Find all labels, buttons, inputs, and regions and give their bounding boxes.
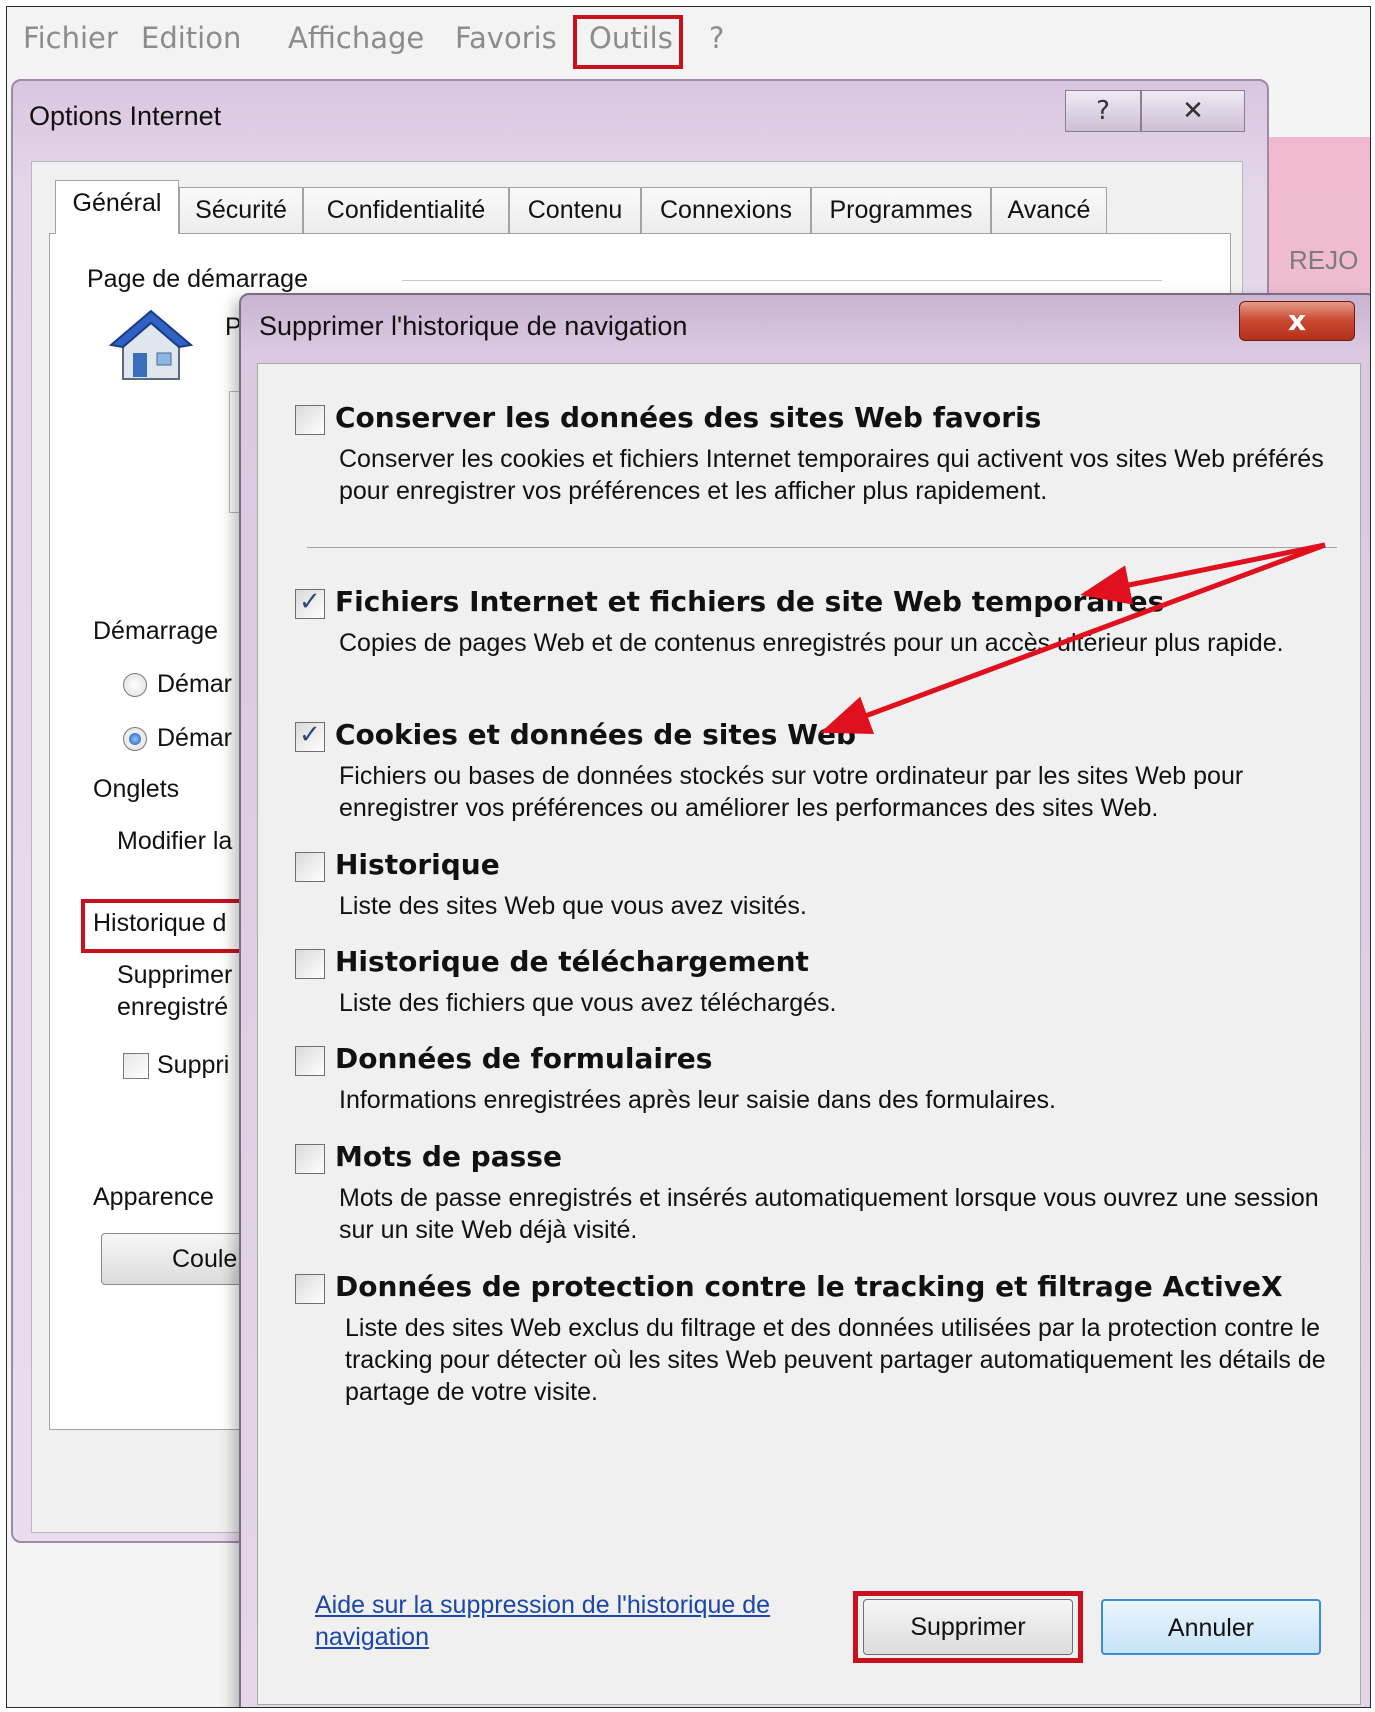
arrow-to-cookies: [820, 542, 1326, 735]
arrow-to-fichiers: [1080, 542, 1326, 605]
tab-general[interactable]: Général: [55, 180, 179, 234]
screenshot-frame: Fichier Edition Affichage Favoris Outils…: [6, 6, 1371, 1708]
annotation-arrows: [820, 542, 1326, 735]
